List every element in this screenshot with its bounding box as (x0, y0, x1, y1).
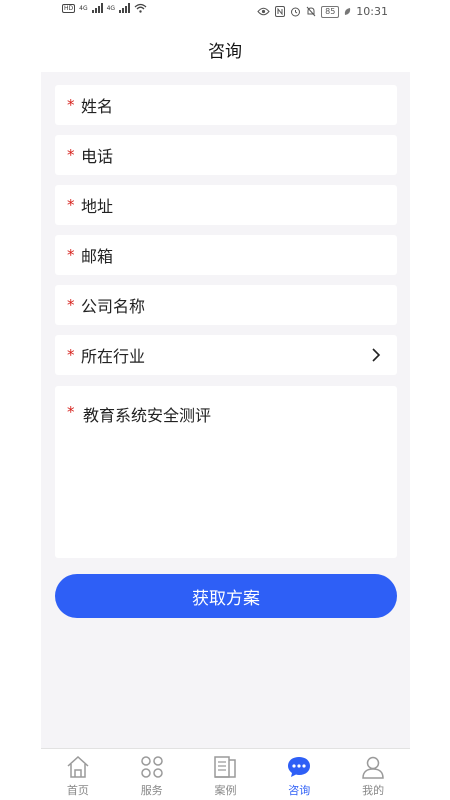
network-type-2: 4G (106, 4, 116, 12)
alarm-icon (291, 7, 301, 17)
tab-consult-label: 咨询 (288, 784, 311, 797)
consult-form: * 姓名 * 电话 * 地址 * 邮箱 * 公司名称 * 所在行业 * 教育系统… (41, 72, 410, 748)
company-field[interactable]: * 公司名称 (55, 285, 397, 325)
requirement-textarea-label: 教育系统安全测评 (83, 406, 212, 425)
mute-icon (306, 6, 316, 17)
hd-icon: HD (62, 3, 76, 13)
tab-home-label: 首页 (66, 784, 89, 797)
document-icon (214, 756, 237, 778)
required-mark: * (67, 296, 75, 314)
network-type-1: 4G (79, 4, 88, 12)
phone-field[interactable]: * 电话 (55, 135, 397, 175)
tab-mine-label: 我的 (362, 784, 385, 797)
address-field[interactable]: * 地址 (55, 185, 397, 225)
chat-icon (288, 757, 311, 777)
signal-icon (91, 3, 103, 13)
wifi-icon (134, 3, 147, 13)
status-left: HD 4G 4G (62, 3, 147, 13)
tab-cases[interactable]: 案例 (189, 749, 263, 800)
required-mark: * (67, 246, 75, 264)
app-screen: HD 4G 4G 85 10:31 咨询 * 姓名 * 电话 * 地址 * 邮箱… (0, 0, 450, 800)
signal-icon-2 (119, 3, 131, 13)
get-plan-button[interactable]: 获取方案 (55, 574, 397, 618)
required-mark: * (67, 403, 75, 421)
grid-icon (140, 756, 163, 778)
industry-select-label: 所在行业 (81, 347, 146, 366)
industry-select[interactable]: * 所在行业 (55, 335, 397, 375)
bottom-tab-bar: 首页 服务 案例 咨询 我的 (41, 748, 410, 800)
tab-services[interactable]: 服务 (115, 749, 189, 800)
tab-home[interactable]: 首页 (41, 749, 115, 800)
name-field[interactable]: * 姓名 (55, 85, 397, 125)
email-field[interactable]: * 邮箱 (55, 235, 397, 275)
eye-icon (257, 7, 270, 16)
tab-services-label: 服务 (140, 784, 163, 797)
required-mark: * (67, 146, 75, 164)
battery-indicator: 85 (321, 5, 340, 18)
nfc-icon (275, 6, 286, 17)
email-field-label: 邮箱 (81, 247, 114, 266)
leaf-icon (345, 8, 351, 15)
requirement-textarea[interactable]: * 教育系统安全测评 (55, 386, 397, 558)
status-bar: HD 4G 4G 85 10:31 (0, 0, 450, 28)
page-title: 咨询 (208, 41, 242, 62)
tab-mine[interactable]: 我的 (336, 749, 410, 800)
user-icon (362, 756, 384, 779)
address-field-label: 地址 (81, 197, 114, 216)
required-mark: * (67, 346, 75, 364)
required-mark: * (67, 196, 75, 214)
tab-consult[interactable]: 咨询 (262, 749, 336, 800)
chevron-right-icon (372, 348, 381, 362)
clock: 10:31 (356, 5, 388, 18)
name-field-label: 姓名 (81, 97, 114, 116)
tab-cases-label: 案例 (214, 784, 237, 797)
home-icon (67, 755, 89, 778)
company-field-label: 公司名称 (81, 297, 146, 316)
phone-field-label: 电话 (81, 147, 114, 166)
required-mark: * (67, 96, 75, 114)
status-right: 85 10:31 (257, 5, 388, 18)
